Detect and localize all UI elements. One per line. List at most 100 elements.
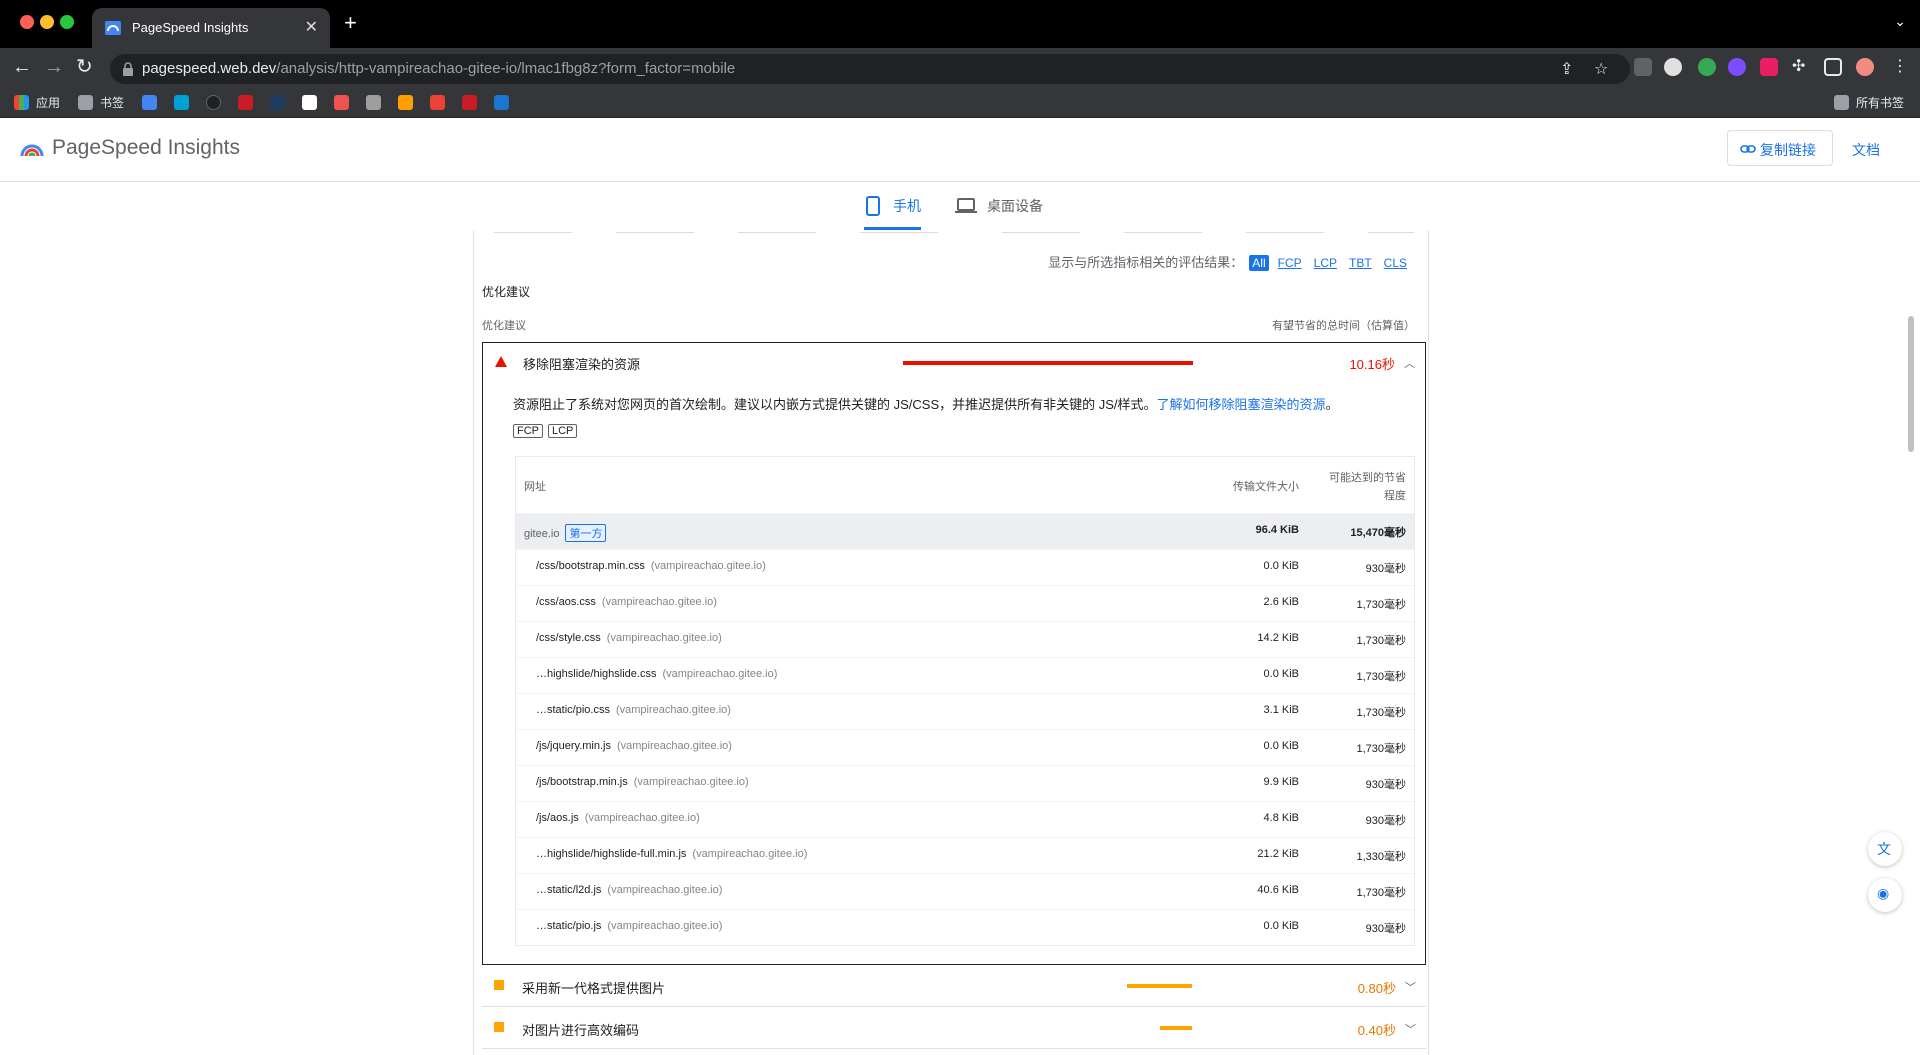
- bookmark-favicon-icon[interactable]: [142, 95, 157, 110]
- bookmark-favicon-icon[interactable]: [398, 95, 413, 110]
- docs-link[interactable]: 文档: [1852, 140, 1880, 160]
- filter-chip-fcp[interactable]: FCP: [1275, 255, 1305, 271]
- savings-bar: [903, 361, 1193, 365]
- table-row: …static/l2d.js (vampireachao.gitee.io) 40.…: [516, 873, 1414, 909]
- reload-icon[interactable]: ↻: [76, 56, 93, 78]
- gmail-icon[interactable]: [430, 95, 445, 110]
- resource-savings: 1,730毫秒: [1356, 599, 1406, 611]
- resource-url[interactable]: …static/l2d.js (vampireachao.gitee.io): [536, 884, 722, 896]
- resource-size: 9.9 KiB: [1263, 776, 1299, 788]
- bookmark-favicon-icon[interactable]: [366, 95, 381, 110]
- resource-url[interactable]: …static/pio.js (vampireachao.gitee.io): [536, 920, 722, 932]
- browser-tab[interactable]: PageSpeed Insights ✕: [92, 8, 330, 48]
- bookmark-favicon-icon[interactable]: [494, 95, 509, 110]
- tab-mobile[interactable]: 手机: [893, 196, 921, 216]
- learn-more-link[interactable]: 了解如何移除阻塞渲染的资源: [1157, 397, 1326, 412]
- resource-url[interactable]: …static/pio.css (vampireachao.gitee.io): [536, 704, 731, 716]
- bookmark-apps[interactable]: 应用: [36, 94, 60, 111]
- resource-host: (vampireachao.gitee.io): [607, 884, 723, 896]
- assistant-fab[interactable]: ◉: [1868, 878, 1902, 912]
- resource-url[interactable]: /js/jquery.min.js (vampireachao.gitee.io): [536, 740, 732, 752]
- bookmark-favicon-icon[interactable]: [270, 95, 285, 110]
- table-row: /css/style.css (vampireachao.gitee.io) 14.…: [516, 621, 1414, 657]
- resource-url[interactable]: /js/bootstrap.min.js (vampireachao.gitee.…: [536, 776, 749, 788]
- extension-icon[interactable]: [1728, 58, 1746, 76]
- extension-icon[interactable]: [1664, 58, 1682, 76]
- audit-description: 资源阻止了系统对您网页的首次绘制。建议以内嵌方式提供关键的 JS/CSS，并推迟…: [513, 397, 1339, 412]
- filter-chip-cls[interactable]: CLS: [1381, 255, 1410, 271]
- tab-search-chevron-icon[interactable]: ⌄: [1894, 13, 1906, 30]
- assistant-face-icon: ◉: [1877, 885, 1890, 901]
- bilibili-icon[interactable]: [174, 95, 189, 110]
- bookmark-star-icon[interactable]: ☆: [1594, 59, 1608, 79]
- audit-header[interactable]: 移除阻塞渲染的资源 10.16秒 ︿: [483, 343, 1425, 381]
- table-row: …highslide/highslide-full.min.js (vampire…: [516, 837, 1414, 873]
- translate-extension-icon[interactable]: [1760, 58, 1778, 76]
- tab-title: PageSpeed Insights: [132, 20, 249, 35]
- page-scrollbar[interactable]: [1906, 230, 1916, 1055]
- resource-url[interactable]: /css/bootstrap.min.css (vampireachao.gite…: [536, 560, 766, 572]
- filter-chip-tbt[interactable]: TBT: [1346, 255, 1375, 271]
- resource-savings: 1,730毫秒: [1356, 707, 1406, 719]
- bookmark-favicon-icon[interactable]: [302, 95, 317, 110]
- new-tab-button[interactable]: +: [344, 12, 357, 34]
- browser-menu-icon[interactable]: ⋮: [1892, 56, 1908, 76]
- filter-chip-lcp[interactable]: LCP: [1311, 255, 1340, 271]
- audit-title: 移除阻塞渲染的资源: [523, 357, 641, 372]
- table-row: /js/jquery.min.js (vampireachao.gitee.io)…: [516, 729, 1414, 765]
- puzzle-extensions-icon[interactable]: ✣: [1792, 56, 1805, 76]
- resource-savings: 1,730毫秒: [1356, 671, 1406, 683]
- copy-link-button[interactable]: 复制链接: [1727, 130, 1833, 166]
- gitee-icon[interactable]: [462, 95, 477, 110]
- profile-avatar[interactable]: [1856, 58, 1874, 76]
- maximize-window-button[interactable]: [60, 15, 74, 29]
- resource-savings: 930毫秒: [1365, 779, 1406, 791]
- resource-url[interactable]: …highslide/highslide.css (vampireachao.gi…: [536, 668, 777, 680]
- scrollbar-thumb[interactable]: [1908, 316, 1914, 452]
- translate-fab[interactable]: 文: [1868, 832, 1902, 866]
- resource-size: 0.0 KiB: [1263, 668, 1299, 680]
- tab-close-icon[interactable]: ✕: [305, 17, 318, 37]
- resource-size: 3.1 KiB: [1263, 704, 1299, 716]
- github-icon[interactable]: [206, 95, 221, 110]
- resource-size: 0.0 KiB: [1263, 560, 1299, 572]
- extension-icon[interactable]: [1698, 58, 1716, 76]
- resource-host: (vampireachao.gitee.io): [607, 920, 723, 932]
- table-row: …static/pio.css (vampireachao.gitee.io) 3.…: [516, 693, 1414, 729]
- savings-bar: [1160, 1026, 1192, 1030]
- extension-icon[interactable]: [1634, 58, 1652, 76]
- side-panel-icon[interactable]: [1824, 58, 1842, 76]
- resource-url[interactable]: /css/style.css (vampireachao.gitee.io): [536, 632, 722, 644]
- app-header: PageSpeed Insights 复制链接 文档: [0, 118, 1920, 182]
- address-bar[interactable]: pagespeed.web.dev/analysis/http-vampirea…: [110, 54, 1630, 84]
- browser-toolbar: ← → ↻ pagespeed.web.dev/analysis/http-va…: [0, 48, 1920, 88]
- filter-chip-all[interactable]: All: [1249, 255, 1269, 271]
- audit-render-blocking: 移除阻塞渲染的资源 10.16秒 ︿ 资源阻止了系统对您网页的首次绘制。建议以内…: [482, 342, 1426, 965]
- chevron-up-icon[interactable]: ︿: [1404, 355, 1415, 371]
- table-row: …static/pio.js (vampireachao.gitee.io) 0.0…: [516, 909, 1414, 945]
- close-window-button[interactable]: [20, 15, 34, 29]
- forward-arrow-icon[interactable]: →: [44, 56, 64, 78]
- header-transfer-size: 传输文件大小: [1233, 481, 1299, 493]
- tab-desktop[interactable]: 桌面设备: [987, 196, 1043, 216]
- chevron-down-icon[interactable]: ﹀: [1405, 1021, 1416, 1037]
- resource-url[interactable]: /css/aos.css (vampireachao.gitee.io): [536, 596, 717, 608]
- brand-title[interactable]: PageSpeed Insights: [52, 136, 240, 160]
- column-header-savings: 有望节省的总时间（估算值）: [1272, 320, 1415, 332]
- resource-savings: 1,330毫秒: [1356, 851, 1406, 863]
- audit-next-gen-images[interactable]: 采用新一代格式提供图片 0.80秒 ﹀: [482, 965, 1426, 1007]
- bookmark-folder[interactable]: 书签: [100, 94, 124, 111]
- gitee-icon[interactable]: [238, 95, 253, 110]
- resource-url[interactable]: …highslide/highslide-full.min.js (vampire…: [536, 848, 807, 860]
- share-icon[interactable]: ⇪: [1560, 59, 1573, 79]
- link-icon: [1740, 145, 1756, 153]
- bookmark-favicon-icon[interactable]: [334, 95, 349, 110]
- all-bookmarks[interactable]: 所有书签: [1856, 94, 1904, 111]
- back-arrow-icon[interactable]: ←: [12, 56, 32, 78]
- audit-savings-value: 10.16秒: [1349, 357, 1395, 372]
- resource-url[interactable]: /js/aos.js (vampireachao.gitee.io): [536, 812, 700, 824]
- chevron-down-icon[interactable]: ﹀: [1405, 979, 1416, 995]
- audit-efficient-images[interactable]: 对图片进行高效编码 0.40秒 ﹀: [482, 1007, 1426, 1049]
- table-row: /css/bootstrap.min.css (vampireachao.gite…: [516, 549, 1414, 585]
- minimize-window-button[interactable]: [40, 15, 54, 29]
